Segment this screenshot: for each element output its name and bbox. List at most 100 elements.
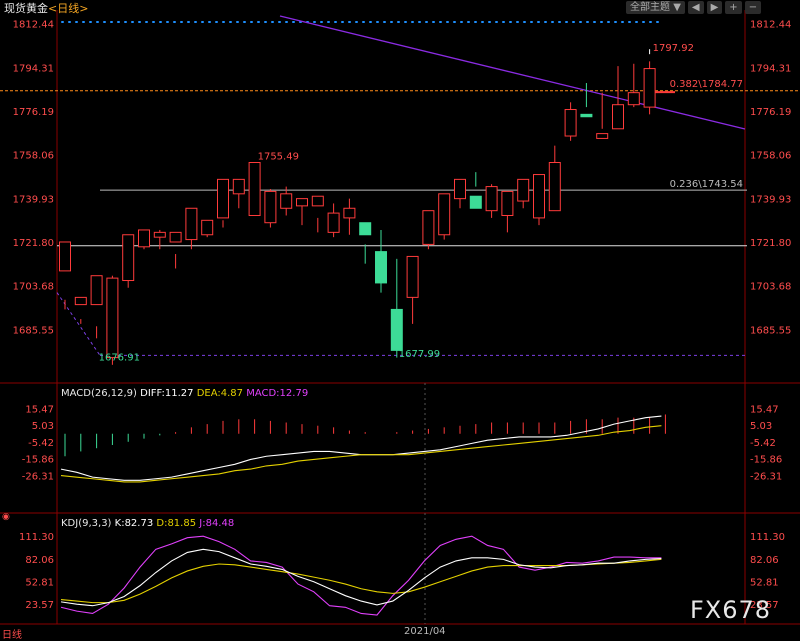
macd-tick-label: 5.03 xyxy=(750,421,772,432)
candle-body xyxy=(422,210,435,245)
candle-body xyxy=(564,109,577,137)
macd-tick-label: -5.42 xyxy=(28,438,54,449)
kdj-legend: KDJ(9,3,3) K:82.73 D:81.85 J:84.48 xyxy=(61,518,234,529)
y-tick-label: 1812.44 xyxy=(13,20,54,31)
kdj-k-line xyxy=(60,548,662,607)
candle-body xyxy=(517,178,530,202)
scroll-left-button[interactable]: ◀ xyxy=(687,1,704,14)
y-tick-label: 1758.06 xyxy=(13,151,54,162)
high-label: 1797.92 xyxy=(653,43,694,54)
candle-body xyxy=(469,195,482,209)
macd-tick-label: -5.42 xyxy=(750,438,776,449)
toolbar: 全部主题 ▼ ◀ ▶ + − xyxy=(626,1,762,14)
candle-body xyxy=(390,308,403,351)
sub-period-label[interactable]: 日线 xyxy=(2,626,22,641)
macd-legend-item: MACD(26,12,9) xyxy=(61,388,140,399)
candle-body xyxy=(296,198,308,207)
macd-diff-line xyxy=(60,415,662,481)
kdj-tick-label: 23.57 xyxy=(25,600,54,611)
fib-label: 0.382\1784.77 xyxy=(670,79,743,90)
candle-body xyxy=(138,229,150,248)
candle-body xyxy=(596,133,609,139)
candle-body xyxy=(612,104,624,130)
candle-body xyxy=(627,92,640,106)
downtrend-line xyxy=(279,15,746,130)
kdj-tick-label: 82.06 xyxy=(25,555,54,566)
kdj-tick-label: 111.30 xyxy=(19,532,54,543)
period-label[interactable]: <日线> xyxy=(48,2,88,15)
y-tick-label: 1776.19 xyxy=(13,107,54,118)
y-tick-label: 1758.06 xyxy=(750,151,791,162)
candle-body xyxy=(438,193,451,236)
candle-body xyxy=(217,178,229,219)
y-tick-label: 1703.68 xyxy=(750,282,791,293)
y-tick-label: 1739.93 xyxy=(750,194,791,205)
kdj-legend-item: KDJ(9,3,3) xyxy=(61,518,115,529)
kdj-j-line xyxy=(60,535,662,616)
macd-tick-label: 5.03 xyxy=(32,421,54,432)
candle-body xyxy=(90,275,103,306)
arrow-right-icon: ▶ xyxy=(710,2,719,13)
candle-body xyxy=(74,296,87,306)
candle-body xyxy=(580,113,593,118)
macd-tick-label: -15.86 xyxy=(22,455,54,466)
macd-tick-label: -26.31 xyxy=(22,472,54,483)
candle-body xyxy=(375,251,387,284)
y-tick-label: 1739.93 xyxy=(13,194,54,205)
theme-label: 全部主题 xyxy=(630,2,670,13)
y-tick-label: 1685.55 xyxy=(750,325,791,336)
macd-legend: MACD(26,12,9) DIFF:11.27 DEA:4.87 MACD:1… xyxy=(61,388,308,399)
candle-body xyxy=(533,174,545,219)
y-tick-label: 1812.44 xyxy=(750,20,791,31)
candle-body xyxy=(106,277,119,359)
zoom-in-button[interactable]: + xyxy=(725,1,742,14)
y-tick-label: 1794.31 xyxy=(13,63,54,74)
candle-body xyxy=(59,241,71,272)
fib-label: 0.236\1743.54 xyxy=(670,179,743,190)
watermark-logo: FX678 xyxy=(690,596,772,624)
candle-body xyxy=(264,190,277,224)
zoom-out-button[interactable]: − xyxy=(744,1,762,14)
macd-tick-label: -15.86 xyxy=(750,455,782,466)
chart-title: 现货黄金<日线> xyxy=(4,0,88,16)
candle-body xyxy=(280,193,293,209)
kdj-legend-item: J:84.48 xyxy=(198,518,234,529)
kdj-tick-label: 111.30 xyxy=(750,532,785,543)
plus-icon: + xyxy=(729,2,738,13)
minus-icon: − xyxy=(748,2,758,13)
candle-body xyxy=(359,222,372,236)
macd-legend-item: DIFF:11.27 xyxy=(140,388,197,399)
candle-body xyxy=(327,212,340,233)
kdj-legend-item: K:82.73 xyxy=(115,518,157,529)
kdj-tick-label: 52.81 xyxy=(25,577,54,588)
y-tick-label: 1776.19 xyxy=(750,107,791,118)
kdj-legend-item: D:81.85 xyxy=(156,518,199,529)
low-label: 1677.99 xyxy=(399,349,440,360)
candle-body xyxy=(169,231,182,243)
candle-body xyxy=(406,255,419,298)
chart-canvas: 1812.44 1812.44 1794.31 1794.31 1776.19 1776.… xyxy=(0,0,800,625)
candle-body xyxy=(248,162,261,216)
macd-legend-item: MACD:12.79 xyxy=(246,388,308,399)
theme-dropdown[interactable]: 全部主题 ▼ xyxy=(626,1,685,14)
y-tick-label: 1721.80 xyxy=(13,238,54,249)
candle-body xyxy=(343,207,356,219)
macd-tick-label: 15.47 xyxy=(25,404,54,415)
candle-body xyxy=(232,178,245,195)
y-tick-label: 1685.55 xyxy=(13,325,54,336)
candle-body xyxy=(454,178,466,200)
y-tick-label: 1703.68 xyxy=(13,282,54,293)
y-tick-label: 1721.80 xyxy=(750,238,791,249)
kdj-tick-label: 82.06 xyxy=(750,555,779,566)
arrow-left-icon: ◀ xyxy=(691,2,700,13)
candle-body xyxy=(153,231,166,238)
instrument-name: 现货黄金 xyxy=(4,2,48,15)
y-tick-label: 1794.31 xyxy=(750,63,791,74)
candle-body xyxy=(548,162,561,212)
macd-tick-label: 15.47 xyxy=(750,404,779,415)
candle-body xyxy=(501,190,514,216)
chevron-down-icon: ▼ xyxy=(673,2,681,13)
candle-body xyxy=(643,68,656,108)
scroll-right-button[interactable]: ▶ xyxy=(706,1,723,14)
candle-body xyxy=(485,186,498,212)
